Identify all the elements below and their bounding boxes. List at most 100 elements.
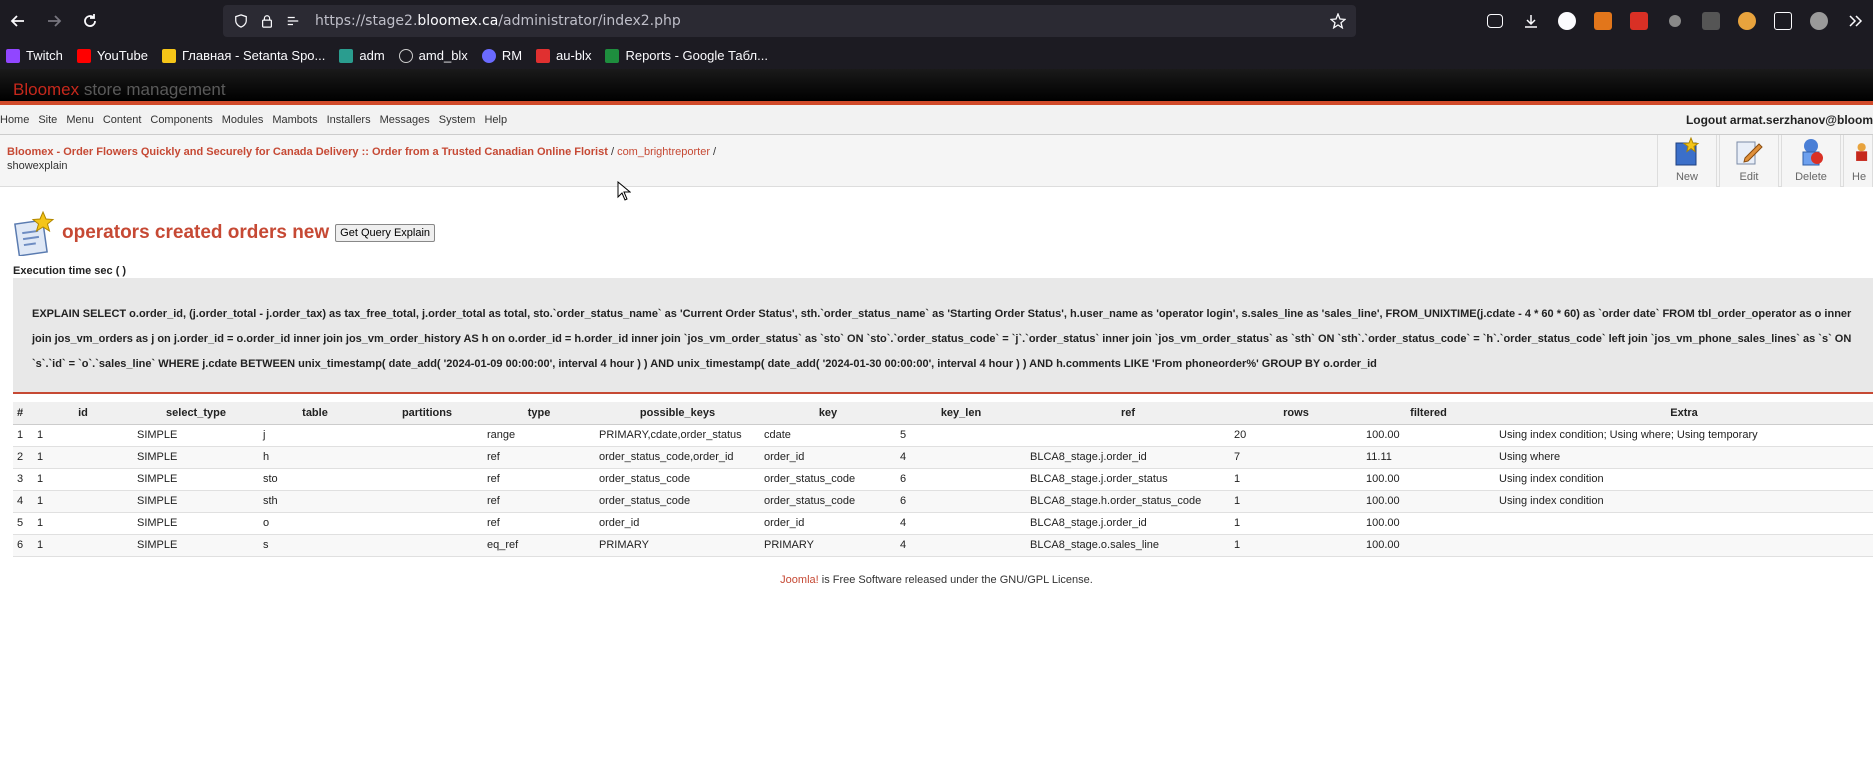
back-arrow-icon <box>10 15 24 27</box>
menu-system[interactable]: System <box>439 114 485 126</box>
bookmark-au-blx[interactable]: au-blx <box>536 48 591 63</box>
execution-time-label: Execution time sec ( ) <box>13 265 127 277</box>
table-row: 6 1 SIMPLE s eq_ref PRIMARY PRIMARY 4 BLCA8_stag… <box>13 534 1873 557</box>
setanta-icon <box>161 48 176 63</box>
shield-icon[interactable] <box>233 13 249 29</box>
get-query-explain-button[interactable]: Get Query Explain <box>335 224 436 242</box>
extension-dots-icon[interactable] <box>1657 3 1693 39</box>
table-row: 4 1 SIMPLE sth ref order_status_code order_sta… <box>13 490 1873 513</box>
youtube-icon <box>76 48 91 63</box>
document-star-icon <box>14 210 55 256</box>
extension-g-icon[interactable] <box>1801 3 1837 39</box>
table-body: 1 1 SIMPLE j range PRIMARY,cdate,order_status… <box>13 424 1873 557</box>
header-ref: ref <box>1026 402 1230 425</box>
menu-content[interactable]: Content <box>103 114 151 126</box>
url-text: https://stage2.bloomex.ca/administrator/… <box>315 13 681 29</box>
explain-query-text: EXPLAIN SELECT o.order_id, (j.order_tota… <box>13 278 1873 394</box>
bookmark-twitch[interactable]: Twitch <box>6 48 63 63</box>
header-id: id <box>33 402 133 425</box>
address-bar[interactable]: https://stage2.bloomex.ca/administrator/… <box>223 5 1356 37</box>
logout-link[interactable]: Logout armat.serzhanov@bloom <box>1686 113 1873 127</box>
downloads-icon[interactable] <box>1513 3 1549 39</box>
admin-header: Bloomex store management <box>0 69 1873 105</box>
header-type: type <box>483 402 595 425</box>
extension-fox-icon[interactable] <box>1729 3 1765 39</box>
joomla-link[interactable]: Joomla! <box>780 574 819 586</box>
header-table: table <box>259 402 371 425</box>
bookmark-rm[interactable]: RM <box>481 48 522 63</box>
header-possible-keys: possible_keys <box>595 402 760 425</box>
page-settings-icon[interactable] <box>285 13 301 29</box>
page-footer: Joomla! is Free Software released under … <box>780 574 1093 586</box>
account-icon[interactable] <box>1549 3 1585 39</box>
menu-mambots[interactable]: Mambots <box>272 114 326 126</box>
overflow-menu-icon[interactable] <box>1837 3 1873 39</box>
new-document-icon <box>1675 136 1700 166</box>
table-row: 3 1 SIMPLE sto ref order_status_code order_sta… <box>13 468 1873 491</box>
mouse-cursor-icon <box>617 181 631 201</box>
pocket-icon[interactable] <box>1477 3 1513 39</box>
header-key-len: key_len <box>896 402 1026 425</box>
page-title: operators created orders new <box>62 222 330 243</box>
table-row: 1 1 SIMPLE j range PRIMARY,cdate,order_status… <box>13 424 1873 447</box>
breadcrumb-site-title[interactable]: Bloomex - Order Flowers Quickly and Secu… <box>7 146 608 158</box>
help-figure-icon <box>1856 143 1868 161</box>
bookmarks-bar: Twitch YouTube Главная - Setanta Spo... … <box>0 42 1873 69</box>
header-partitions: partitions <box>371 402 483 425</box>
admin-menu: Home Site Menu Content Components Module… <box>0 105 1873 135</box>
reload-icon <box>84 14 96 27</box>
forward-arrow-icon <box>48 15 62 27</box>
breadcrumb-task: showexplain <box>7 160 68 172</box>
help-button[interactable]: He <box>1843 135 1873 187</box>
header-num: # <box>13 402 33 425</box>
globe-icon <box>398 48 413 63</box>
forward-button[interactable] <box>36 3 72 39</box>
table-row: 2 1 SIMPLE h ref order_status_code,order_id or… <box>13 446 1873 469</box>
toolbar-buttons: New Edit Delete He <box>1655 135 1873 187</box>
google-sheets-icon <box>605 48 620 63</box>
bookmark-setanta[interactable]: Главная - Setanta Spo... <box>161 48 325 63</box>
menu-installers[interactable]: Installers <box>327 114 380 126</box>
twitch-icon <box>6 48 20 63</box>
menu-messages[interactable]: Messages <box>380 114 439 126</box>
edit-button[interactable]: Edit <box>1719 135 1779 187</box>
reload-button[interactable] <box>72 3 108 39</box>
extension-tc-icon[interactable] <box>1693 3 1729 39</box>
browser-toolbar: https://stage2.bloomex.ca/administrator/… <box>0 0 1873 42</box>
breadcrumb: Bloomex - Order Flowers Quickly and Secu… <box>7 146 717 172</box>
bookmark-adm[interactable]: adm <box>339 48 385 63</box>
menu-menu[interactable]: Menu <box>66 114 103 126</box>
edit-pencil-icon <box>1736 141 1763 165</box>
explain-results-table: # id select_type table partitions type p… <box>13 402 1873 557</box>
lock-icon[interactable] <box>259 13 275 29</box>
delete-button[interactable]: Delete <box>1781 135 1841 187</box>
header-extra: Extra <box>1495 402 1873 425</box>
new-button[interactable]: New <box>1657 135 1717 187</box>
delete-trash-icon <box>1802 139 1823 166</box>
header-filtered: filtered <box>1362 402 1495 425</box>
breadcrumb-component[interactable]: com_brightreporter <box>617 146 710 158</box>
menu-home[interactable]: Home <box>0 114 38 126</box>
extensions-puzzle-icon[interactable] <box>1765 3 1801 39</box>
rm-icon <box>481 48 496 63</box>
header-rows: rows <box>1230 402 1362 425</box>
back-button[interactable] <box>0 3 36 39</box>
store-logo: Bloomex store management <box>13 80 226 99</box>
header-key: key <box>760 402 896 425</box>
menu-help[interactable]: Help <box>484 114 516 126</box>
bookmark-amd-blx[interactable]: amd_blx <box>398 48 468 63</box>
bookmark-star-icon[interactable] <box>1330 13 1346 29</box>
menu-site[interactable]: Site <box>38 114 66 126</box>
metamask-icon[interactable] <box>1585 3 1621 39</box>
extensions-row <box>1477 0 1873 42</box>
au-blx-icon <box>536 48 551 63</box>
bookmark-reports[interactable]: Reports - Google Табл... <box>605 48 768 63</box>
bookmark-youtube[interactable]: YouTube <box>76 48 148 63</box>
extension-red-icon[interactable] <box>1621 3 1657 39</box>
menu-modules[interactable]: Modules <box>222 114 273 126</box>
pathway-bar: Bloomex - Order Flowers Quickly and Secu… <box>0 135 1873 187</box>
page-heading: operators created orders new Get Query E… <box>13 210 436 256</box>
header-select-type: select_type <box>133 402 259 425</box>
menu-components[interactable]: Components <box>150 114 221 126</box>
adm-icon <box>339 48 354 63</box>
